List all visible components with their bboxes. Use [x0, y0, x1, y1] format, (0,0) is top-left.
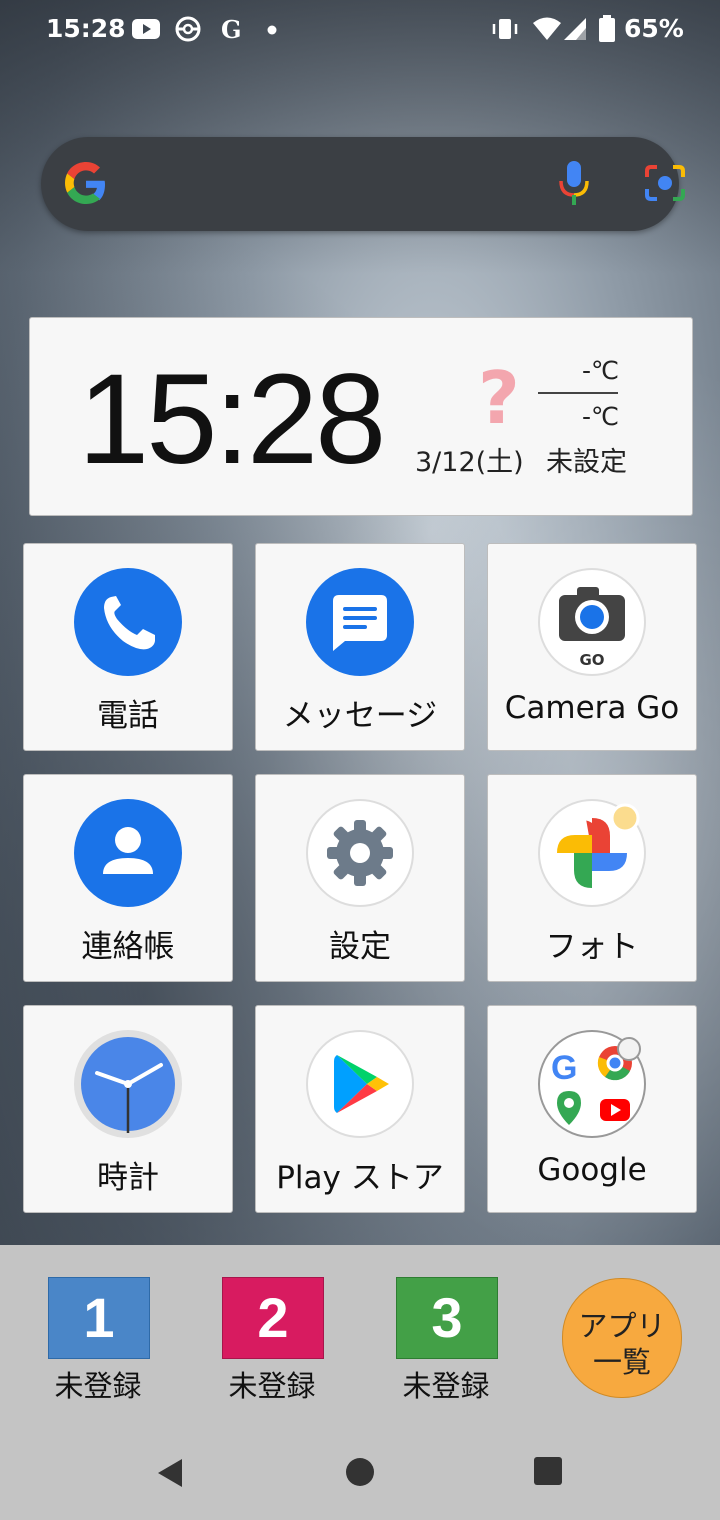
youtube-icon	[132, 19, 160, 39]
app-tile-messages[interactable]: メッセージ	[255, 543, 465, 751]
speed-dial-dock: 1 未登録 2 未登録 3 未登録 アプリ 一覧	[0, 1245, 720, 1427]
app-label: Google	[537, 1152, 647, 1188]
svg-text:G: G	[551, 1049, 577, 1087]
google-g-mini-icon: G	[551, 1049, 577, 1087]
camera-go-badge: GO	[579, 651, 604, 669]
news-icon: G	[221, 15, 242, 43]
app-tile-clock[interactable]: 時計	[23, 1005, 233, 1213]
play-store-icon	[306, 1030, 414, 1138]
battery-icon	[599, 15, 615, 42]
speed-dial-label-3: 未登録	[402, 1369, 490, 1403]
app-tile-phone[interactable]: 電話	[23, 543, 233, 751]
speed-dial-key-1[interactable]: 1	[48, 1277, 150, 1359]
app-label: 連絡帳	[81, 929, 175, 965]
svg-text:G: G	[221, 15, 242, 43]
mic-icon[interactable]	[557, 159, 591, 209]
home-icon[interactable]	[343, 1455, 377, 1489]
weather-unknown-icon: ?	[478, 356, 520, 440]
app-label: Camera Go	[504, 690, 680, 726]
app-label: 時計	[97, 1160, 159, 1196]
status-time: 15:28	[46, 14, 126, 43]
app-tile-photos[interactable]: フォト	[487, 774, 697, 982]
widget-date: 3/12(土)	[415, 447, 524, 478]
contacts-icon	[74, 799, 182, 907]
app-label: Play ストア	[276, 1160, 444, 1196]
app-tile-google-folder[interactable]: G Google	[487, 1005, 697, 1213]
phone-icon	[74, 568, 182, 676]
speed-dial-label-2: 未登録	[228, 1369, 316, 1403]
wifi-icon	[533, 17, 561, 40]
settings-icon	[306, 799, 414, 907]
youtube-mini-icon	[600, 1099, 630, 1121]
google-folder-icon: G	[538, 1030, 646, 1138]
speed-dial-key-3[interactable]: 3	[396, 1277, 498, 1359]
all-apps-button[interactable]: アプリ 一覧	[562, 1278, 682, 1398]
app-label: 設定	[329, 929, 391, 965]
clock-icon	[74, 1030, 182, 1138]
temp-low: -℃	[582, 402, 620, 431]
app-label: フォト	[545, 929, 639, 965]
google-g-icon	[65, 162, 105, 204]
clock-weather-widget[interactable]: 15:28 3/12(土) ? -℃ -℃ 未設定	[29, 317, 693, 516]
app-label: メッセージ	[282, 698, 438, 734]
app-tile-contacts[interactable]: 連絡帳	[23, 774, 233, 982]
signal-icon	[564, 18, 586, 40]
speed-dial-label-1: 未登録	[54, 1369, 142, 1403]
speed-dial-key-2[interactable]: 2	[222, 1277, 324, 1359]
pokeball-icon	[175, 16, 201, 42]
weather-location: 未設定	[546, 447, 627, 478]
temp-divider	[538, 392, 618, 394]
app-label: 電話	[97, 698, 159, 734]
dot-icon	[267, 25, 277, 35]
app-tile-camera-go[interactable]: GO Camera Go	[487, 543, 697, 751]
photos-icon	[538, 799, 646, 907]
recents-icon[interactable]	[532, 1455, 564, 1487]
temp-high: -℃	[582, 356, 620, 385]
all-apps-label-2: 一覧	[592, 1345, 651, 1379]
navigation-bar	[0, 1427, 720, 1520]
lens-icon[interactable]	[643, 161, 687, 205]
status-bar: 15:28 G 65%	[0, 0, 720, 60]
vibrate-icon	[492, 19, 518, 39]
app-tile-settings[interactable]: 設定	[255, 774, 465, 982]
widget-time: 15:28	[78, 348, 386, 491]
camera-go-icon: GO	[538, 568, 646, 676]
google-search-bar[interactable]	[41, 137, 685, 231]
back-icon[interactable]	[152, 1455, 188, 1491]
app-tile-play-store[interactable]: Play ストア	[255, 1005, 465, 1213]
messages-icon	[306, 568, 414, 676]
battery-percent: 65%	[624, 14, 684, 43]
